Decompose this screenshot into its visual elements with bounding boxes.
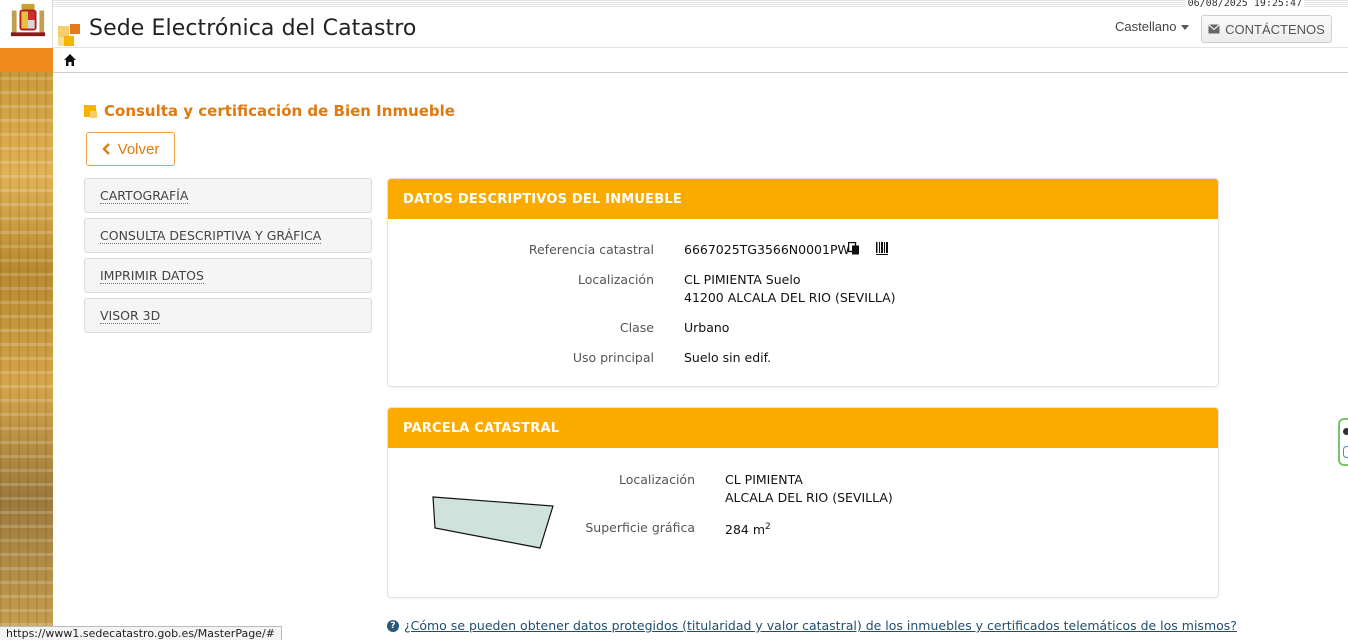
menu-item-label: IMPRIMIR DATOS bbox=[100, 267, 204, 284]
localizacion-line1: CL PIMIENTA Suelo bbox=[684, 272, 801, 287]
parcel-shape-map[interactable] bbox=[432, 496, 556, 550]
back-button-label: Volver bbox=[117, 140, 160, 158]
chat-bubble-icon bbox=[1343, 446, 1348, 458]
barcode-icon[interactable] bbox=[876, 242, 889, 255]
help-link-text: ¿Cómo se pueden obtener datos protegidos… bbox=[404, 618, 1237, 633]
site-header: Sede Electrónica del Catastro Castellano… bbox=[53, 8, 1348, 48]
localizacion-line2: 41200 ALCALA DEL RIO (SEVILLA) bbox=[684, 290, 896, 305]
parcela-panel: PARCELA CATASTRAL Localización CL PIMIEN… bbox=[387, 407, 1219, 598]
referencia-label: Referencia catastral bbox=[528, 242, 654, 257]
protected-data-help-link[interactable]: ? ¿Cómo se pueden obtener datos protegid… bbox=[387, 618, 1237, 633]
site-title[interactable]: Sede Electrónica del Catastro bbox=[89, 16, 416, 41]
superficie-value: 284 m2 bbox=[725, 519, 771, 538]
page-title: Consulta y certificación de Bien Inmuebl… bbox=[104, 102, 455, 120]
inmueble-panel: DATOS DESCRIPTIVOS DEL INMUEBLE Referenc… bbox=[387, 178, 1219, 387]
feedback-side-tab[interactable] bbox=[1338, 418, 1348, 466]
copy-icon[interactable] bbox=[848, 242, 860, 255]
superficie-unit-exponent: 2 bbox=[765, 522, 771, 532]
menu-item-label: VISOR 3D bbox=[100, 307, 161, 324]
parcela-panel-title: PARCELA CATASTRAL bbox=[403, 420, 560, 436]
menu-item-cartografia[interactable]: CARTOGRAFÍA bbox=[84, 178, 372, 213]
breadcrumb bbox=[53, 48, 1348, 73]
inmueble-panel-header: DATOS DESCRIPTIVOS DEL INMUEBLE bbox=[388, 179, 1218, 219]
contact-button[interactable]: CONTÁCTENOS bbox=[1201, 15, 1332, 43]
envelope-icon bbox=[1208, 24, 1221, 34]
chevron-down-icon bbox=[1181, 25, 1190, 31]
superficie-number: 284 m bbox=[725, 522, 766, 538]
question-circle-icon: ? bbox=[387, 619, 399, 632]
clase-label: Clase bbox=[619, 320, 654, 335]
home-icon[interactable] bbox=[63, 53, 77, 67]
localizacion-label: Localización bbox=[577, 272, 654, 287]
catastro-square-icon bbox=[84, 105, 97, 118]
spain-coat-of-arms-icon[interactable] bbox=[8, 1, 48, 39]
side-menu: CARTOGRAFÍA CONSULTA DESCRIPTIVA Y GRÁFI… bbox=[84, 178, 372, 338]
menu-item-label: CONSULTA DESCRIPTIVA Y GRÁFICA bbox=[100, 227, 322, 244]
page-title-block: Consulta y certificación de Bien Inmuebl… bbox=[84, 102, 455, 120]
inmueble-panel-title: DATOS DESCRIPTIVOS DEL INMUEBLE bbox=[403, 191, 682, 207]
parcela-localizacion-line1: CL PIMIENTA bbox=[725, 472, 803, 487]
feedback-dot-icon bbox=[1343, 428, 1348, 435]
back-button[interactable]: Volver bbox=[86, 132, 175, 166]
parcela-panel-header: PARCELA CATASTRAL bbox=[388, 408, 1218, 448]
menu-item-visor-3d[interactable]: VISOR 3D bbox=[84, 298, 372, 333]
referencia-value: 6667025TG3566N0001PW bbox=[684, 242, 850, 257]
decorative-city-strip bbox=[0, 72, 53, 640]
uso-principal-label: Uso principal bbox=[572, 350, 654, 365]
uso-principal-value: Suelo sin edif. bbox=[684, 350, 772, 365]
page-root: 06/08/2025 19:25:47 Sede Electrónica del… bbox=[0, 0, 1348, 640]
menu-item-imprimir-datos[interactable]: IMPRIMIR DATOS bbox=[84, 258, 372, 293]
chevron-left-icon bbox=[101, 143, 110, 155]
orange-accent-bar bbox=[0, 48, 53, 72]
referencia-actions bbox=[848, 242, 889, 255]
parcela-localizacion-label: Localización bbox=[618, 472, 695, 487]
language-selector[interactable]: Castellano bbox=[1115, 19, 1190, 34]
menu-item-label: CARTOGRAFÍA bbox=[100, 187, 189, 204]
parcela-localizacion-line2: ALCALA DEL RIO (SEVILLA) bbox=[725, 490, 893, 505]
superficie-label: Superficie gráfica bbox=[585, 520, 695, 535]
clase-value: Urbano bbox=[684, 320, 730, 335]
top-stripe bbox=[0, 0, 1348, 8]
contact-button-label: CONTÁCTENOS bbox=[1225, 21, 1325, 37]
language-label: Castellano bbox=[1115, 19, 1177, 34]
status-bar-url: https://www1.sedecatastro.gob.es/MasterP… bbox=[0, 626, 282, 640]
catastro-logo-icon[interactable] bbox=[58, 24, 82, 48]
menu-item-consulta-descriptiva[interactable]: CONSULTA DESCRIPTIVA Y GRÁFICA bbox=[84, 218, 372, 253]
